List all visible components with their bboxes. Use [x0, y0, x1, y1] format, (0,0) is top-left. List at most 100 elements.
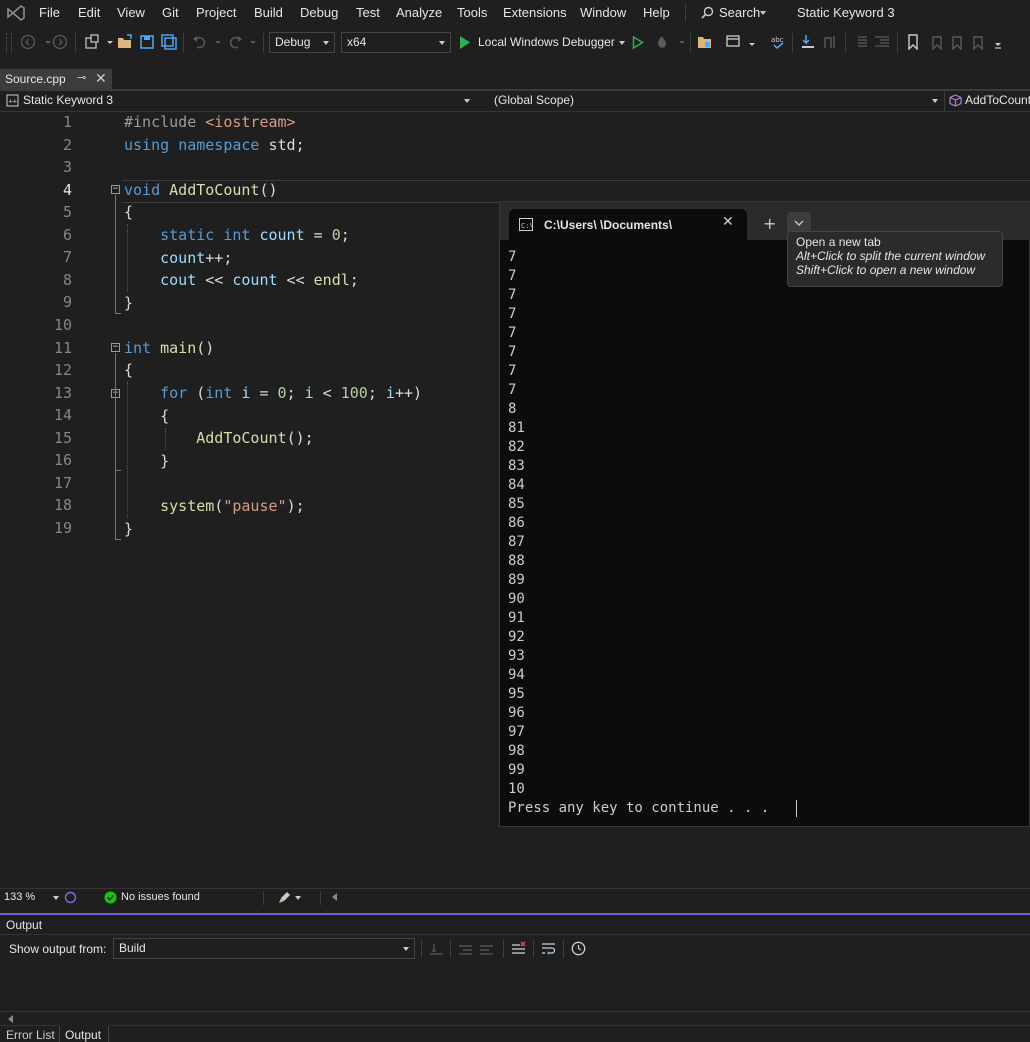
toolbar-separator: [450, 940, 451, 958]
menu-window[interactable]: Window: [580, 5, 626, 20]
clock-icon[interactable]: [571, 941, 586, 956]
start-debugging-button[interactable]: Local Windows Debugger: [478, 35, 615, 49]
code-line: cout << count << endl;: [160, 271, 359, 289]
close-icon[interactable]: ✕: [722, 214, 734, 230]
search-button[interactable]: Search: [719, 5, 760, 20]
spell-check-icon[interactable]: abc: [770, 34, 786, 50]
new-project-dropdown-icon[interactable]: [102, 34, 118, 50]
browse-windows-dropdown-icon[interactable]: [744, 34, 760, 50]
decrease-indent-icon[interactable]: [852, 34, 868, 50]
open-folder-icon[interactable]: [117, 34, 133, 50]
find-message-in-code-icon[interactable]: [429, 941, 444, 956]
start-without-debugging-icon[interactable]: [632, 36, 644, 49]
step-into-icon[interactable]: [800, 34, 816, 50]
solution-explorer-icon[interactable]: [697, 34, 713, 50]
line-number: 11: [53, 338, 72, 357]
go-to-next-message-icon[interactable]: [479, 941, 494, 956]
status-separator: [320, 891, 321, 905]
clear-bookmarks-icon[interactable]: [972, 34, 988, 50]
line-number: 6: [62, 225, 72, 244]
chevron-down-icon: [403, 947, 409, 951]
visual-studio-logo-icon[interactable]: [6, 4, 26, 22]
collapse-icon[interactable]: −: [111, 185, 120, 194]
hot-reload-icon[interactable]: [654, 34, 670, 50]
tooltip-line: Shift+Click to open a new window: [796, 263, 976, 277]
menu-help[interactable]: Help: [643, 5, 670, 20]
menu-tools[interactable]: Tools: [457, 5, 487, 20]
save-icon[interactable]: [139, 34, 155, 50]
solution-configuration-value: Debug: [275, 35, 311, 49]
save-all-icon[interactable]: [161, 34, 177, 50]
chevron-down-icon[interactable]: [295, 896, 301, 900]
undo-icon[interactable]: [192, 34, 208, 50]
code-line: }: [124, 452, 170, 470]
redo-icon[interactable]: [227, 34, 243, 50]
menu-git[interactable]: Git: [162, 5, 179, 20]
output-horizontal-scrollbar[interactable]: [0, 1011, 1030, 1025]
tab-output[interactable]: Output: [59, 1025, 109, 1042]
debugger-dropdown-icon[interactable]: [619, 41, 625, 45]
toolbar-separator: [503, 940, 504, 958]
scroll-left-icon[interactable]: [8, 1015, 13, 1023]
previous-bookmark-icon[interactable]: [928, 34, 944, 50]
bottom-tab-strip: [0, 1025, 1030, 1041]
close-icon[interactable]: ✕: [95, 70, 107, 87]
console-window[interactable]: [499, 201, 1030, 827]
increase-indent-icon[interactable]: [874, 34, 890, 50]
function-cube-icon: [949, 94, 962, 107]
zoom-select[interactable]: 133 %: [2, 890, 60, 905]
toolbar-separator: [563, 940, 564, 958]
search-dropdown-icon[interactable]: [760, 11, 766, 15]
step-over-icon[interactable]: [822, 34, 838, 50]
solution-platform-select[interactable]: x64: [341, 32, 451, 53]
solution-platform-value: x64: [347, 35, 367, 49]
new-tab-tooltip: Open a new tab Alt+Click to split the cu…: [787, 231, 1003, 287]
new-tab-plus-icon[interactable]: +: [763, 214, 776, 233]
menu-analyze[interactable]: Analyze: [396, 5, 442, 20]
new-project-icon[interactable]: [84, 34, 100, 50]
solution-configuration-select[interactable]: Debug: [269, 32, 335, 53]
copilot-icon[interactable]: [64, 891, 77, 904]
toolbar-separator: [533, 940, 534, 958]
console-output-line: 89: [508, 572, 525, 588]
toggle-word-wrap-icon[interactable]: [541, 941, 556, 956]
tab-source-cpp[interactable]: Source.cpp ⊸ ✕: [0, 69, 112, 89]
navigate-back-icon[interactable]: [20, 34, 36, 50]
scroll-left-icon[interactable]: [332, 893, 337, 901]
menu-extensions[interactable]: Extensions: [503, 5, 567, 20]
menu-view[interactable]: View: [117, 5, 145, 20]
clear-all-icon[interactable]: [511, 941, 526, 956]
console-tab[interactable]: C:\ C:\Users\ \Documents\ ✕: [509, 209, 747, 240]
redo-dropdown-icon[interactable]: [245, 34, 261, 50]
undo-dropdown-icon[interactable]: [210, 34, 226, 50]
toolbar-separator: [845, 33, 846, 53]
project-name: Static Keyword 3: [23, 93, 114, 107]
menu-project[interactable]: Project: [196, 5, 236, 20]
console-output-line: 93: [508, 648, 525, 664]
pin-icon[interactable]: ⊸: [77, 71, 86, 84]
start-debugging-icon[interactable]: [459, 36, 471, 49]
toolbar-grip[interactable]: [6, 33, 12, 53]
browse-windows-icon[interactable]: [726, 34, 742, 50]
bookmark-icon[interactable]: [905, 34, 921, 50]
menu-build[interactable]: Build: [254, 5, 283, 20]
next-bookmark-icon[interactable]: [950, 34, 966, 50]
menu-edit[interactable]: Edit: [78, 5, 100, 20]
indent-guide: [127, 224, 128, 292]
console-output-line: 91: [508, 610, 525, 626]
go-to-previous-message-icon[interactable]: [458, 941, 473, 956]
code-cleanup-brush-icon[interactable]: [278, 891, 292, 904]
menu-debug[interactable]: Debug: [300, 5, 338, 20]
menu-test[interactable]: Test: [356, 5, 380, 20]
navigate-forward-icon[interactable]: [52, 34, 68, 50]
console-output-line: 7: [508, 249, 517, 265]
tab-error-list[interactable]: Error List: [2, 1026, 58, 1042]
code-line: #include <iostream>: [124, 113, 296, 131]
collapse-icon[interactable]: −: [111, 343, 120, 352]
console-output-line: 86: [508, 515, 525, 531]
issues-status[interactable]: No issues found: [121, 891, 200, 903]
output-source-select[interactable]: Build: [113, 938, 415, 959]
toolbar-options-icon[interactable]: [990, 34, 1006, 50]
hot-reload-dropdown-icon[interactable]: [674, 34, 690, 50]
menu-file[interactable]: File: [39, 5, 60, 20]
